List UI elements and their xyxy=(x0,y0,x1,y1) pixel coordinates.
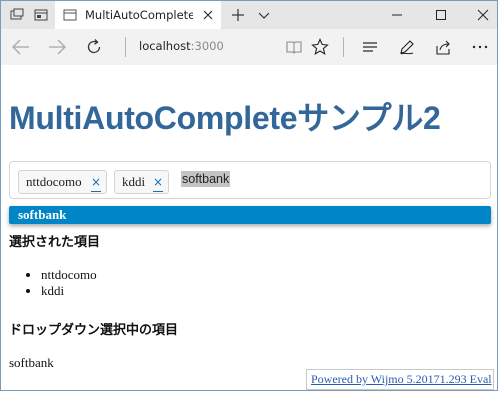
more-options-icon[interactable] xyxy=(471,38,489,56)
dropdown-option[interactable]: softbank xyxy=(18,207,66,223)
title-bar: MultiAutoCompleteサンプル2 xyxy=(1,1,497,29)
web-note-pen-icon[interactable] xyxy=(398,38,416,56)
selected-items-list: nttdocomo kddi xyxy=(1,267,97,299)
wijmo-link[interactable]: Powered by Wijmo 5.20171.293 Eval xyxy=(311,372,492,386)
token-remove-icon[interactable]: × xyxy=(152,173,163,192)
tab-preview-icon[interactable] xyxy=(33,7,49,23)
address-separator xyxy=(125,37,126,57)
hub-icon[interactable] xyxy=(361,38,379,56)
autocomplete-input[interactable]: softbank xyxy=(181,171,231,187)
tab-set-aside-icon[interactable] xyxy=(9,7,25,23)
page-icon xyxy=(63,9,77,21)
browser-tab[interactable]: MultiAutoCompleteサンプル2 xyxy=(55,1,221,29)
favorite-star-icon[interactable] xyxy=(311,38,329,56)
chevron-down-icon[interactable] xyxy=(256,7,272,23)
maximize-icon[interactable] xyxy=(433,7,449,23)
address-bar: localhost:3000 xyxy=(1,29,497,65)
dropdown-selection-value: softbank xyxy=(9,355,54,370)
back-arrow-icon[interactable] xyxy=(11,38,31,56)
list-item: nttdocomo xyxy=(41,267,97,283)
toolbar-separator xyxy=(343,37,344,57)
multi-autocomplete[interactable]: nttdocomo × kddi × softbank xyxy=(9,161,491,199)
dropdown-selection-heading: ドロップダウン選択中の項目 xyxy=(9,322,179,337)
refresh-icon[interactable] xyxy=(85,38,103,56)
token-label: kddi xyxy=(122,174,146,189)
wijmo-eval-banner: Powered by Wijmo 5.20171.293 Eval xyxy=(306,369,494,390)
page-content: MultiAutoCompleteサンプル2 nttdocomo × kddi … xyxy=(1,65,497,390)
minimize-icon[interactable] xyxy=(389,7,405,23)
url-field[interactable]: localhost:3000 xyxy=(139,39,224,53)
token-remove-icon[interactable]: × xyxy=(90,173,101,192)
autocomplete-dropdown: softbank xyxy=(9,206,491,224)
share-icon[interactable] xyxy=(435,38,453,56)
reading-view-icon[interactable] xyxy=(285,38,303,56)
page-title: MultiAutoCompleteサンプル2 xyxy=(9,100,441,136)
url-host: localhost xyxy=(139,39,191,53)
token-label: nttdocomo xyxy=(26,174,82,189)
tab-title: MultiAutoCompleteサンプル2 xyxy=(85,8,193,22)
close-window-icon[interactable] xyxy=(475,7,491,23)
new-tab-icon[interactable] xyxy=(230,7,246,23)
selected-items-heading: 選択された項目 xyxy=(9,234,101,249)
token-chip[interactable]: kddi × xyxy=(114,170,169,194)
url-port: :3000 xyxy=(190,39,224,53)
browser-window: MultiAutoCompleteサンプル2 xyxy=(0,0,498,391)
close-tab-icon[interactable] xyxy=(203,10,213,20)
forward-arrow-icon[interactable] xyxy=(47,38,67,56)
list-item: kddi xyxy=(41,283,97,299)
token-chip[interactable]: nttdocomo × xyxy=(18,170,107,194)
